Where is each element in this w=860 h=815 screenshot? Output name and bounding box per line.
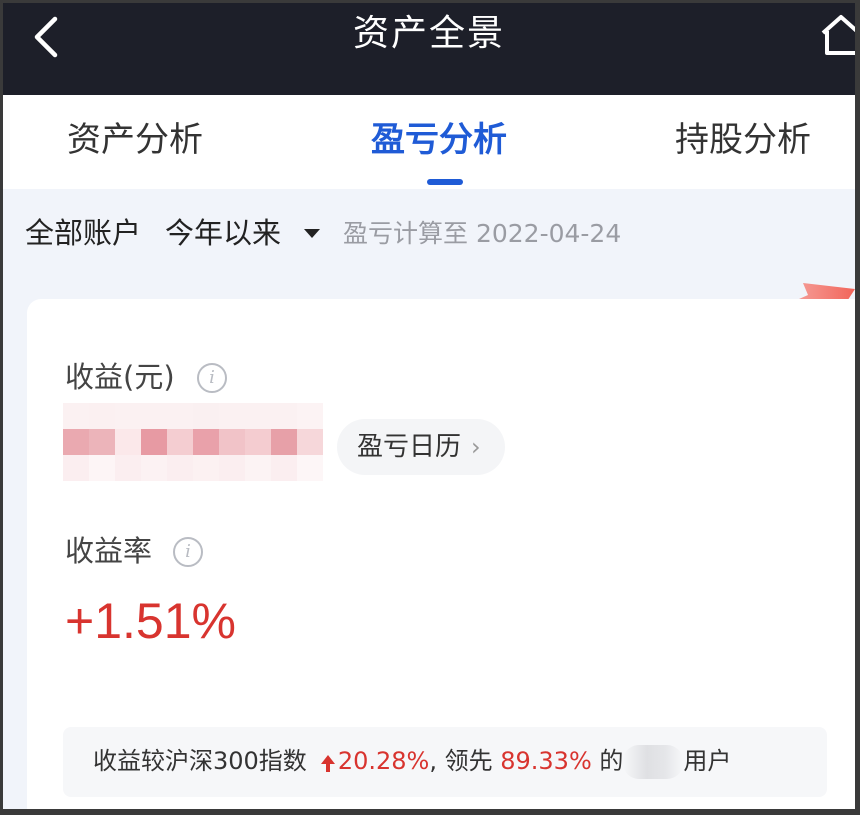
benchmark-compare-bar: 收益较沪深300指数 20.28%, 领先 89.33% 的 用户 — [63, 727, 827, 797]
app-frame: 资产全景 资产分析 盈亏分析 持股分析 全部账户 今年以来 盈亏计算至 2022… — [3, 3, 855, 809]
filter-row: 全部账户 今年以来 盈亏计算至 2022-04-24 — [3, 189, 855, 285]
info-icon[interactable]: i — [173, 537, 203, 567]
return-rate-value: +1.51% — [65, 593, 236, 649]
info-icon[interactable]: i — [197, 363, 227, 393]
chevron-right-icon: › — [471, 433, 481, 461]
obscured-text — [623, 745, 684, 779]
rate-label: 收益率 — [65, 534, 153, 568]
calendar-button-label: 盈亏日历 — [357, 432, 462, 462]
period-selector[interactable]: 今年以来 — [165, 213, 281, 253]
compare-of: 的 — [599, 747, 624, 775]
home-button[interactable] — [819, 11, 855, 59]
home-icon — [821, 15, 855, 55]
benchmark-compare-text: 收益较沪深300指数 20.28%, 领先 89.33% 的 用户 — [93, 741, 731, 781]
compare-suffix: 用户 — [683, 747, 732, 775]
index-change-value: 20.28% — [337, 747, 430, 775]
compare-prefix: 收益较沪深300指数 — [93, 747, 307, 775]
lead-percent-value: 89.33% — [500, 747, 592, 775]
compare-mid: , 领先 — [429, 747, 493, 775]
profit-label: 收益(元) — [65, 360, 175, 394]
profit-value-obscured — [63, 403, 323, 481]
profit-card: 收益(元) i 盈亏日历 › 收益率 i +1.51% 收益较沪深300指数 20.… — [27, 299, 855, 809]
arrow-up-icon — [320, 754, 335, 772]
tab-asset-analysis[interactable]: 资产分析 — [67, 117, 203, 163]
tab-profit-analysis[interactable]: 盈亏分析 — [371, 117, 507, 163]
calc-date-label: 盈亏计算至 2022-04-24 — [343, 219, 622, 248]
active-tab-indicator — [427, 179, 463, 185]
top-bar: 资产全景 — [3, 3, 855, 95]
caret-down-icon[interactable] — [304, 229, 320, 238]
page-title: 资产全景 — [352, 13, 505, 54]
tab-holdings-analysis[interactable]: 持股分析 — [675, 117, 811, 163]
profit-calendar-button[interactable]: 盈亏日历 › — [337, 419, 505, 475]
tab-bar: 资产分析 盈亏分析 持股分析 — [3, 95, 855, 189]
account-selector[interactable]: 全部账户 — [25, 213, 141, 253]
